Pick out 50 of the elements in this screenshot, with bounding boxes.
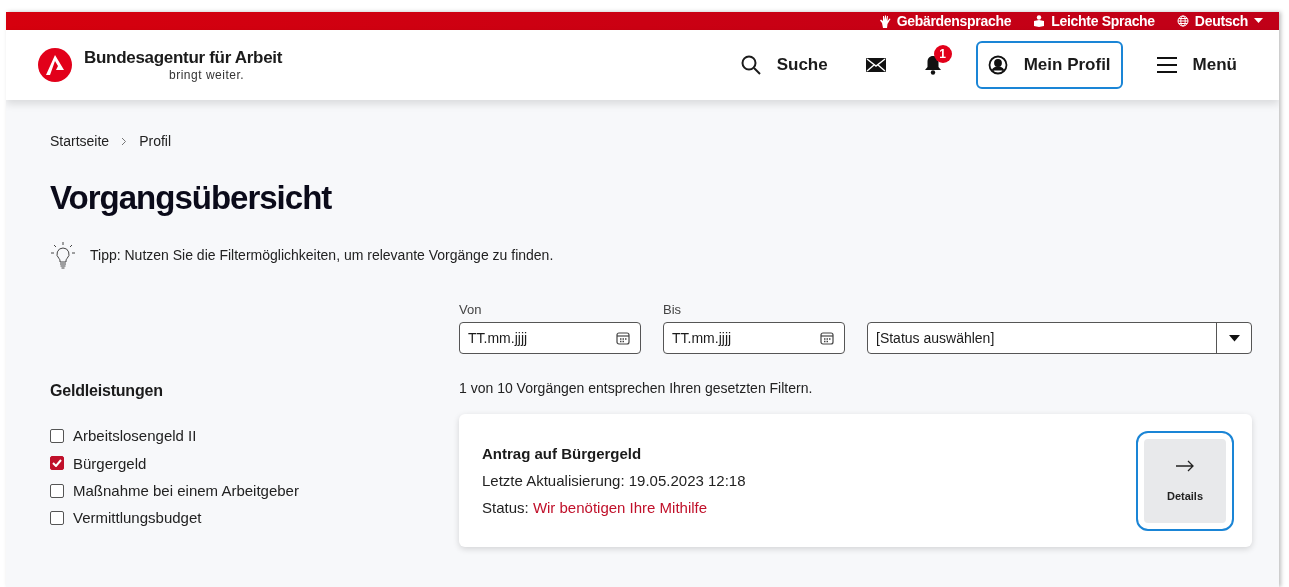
hand-icon	[878, 14, 891, 28]
field-label: Von	[459, 302, 483, 318]
status-value: Wir benötigen Ihre Mithilfe	[532, 499, 708, 517]
search-button[interactable]: Suche	[728, 41, 840, 89]
status-dropdown[interactable]: [Status auswählen]	[867, 322, 1252, 355]
checkbox[interactable]	[50, 456, 64, 471]
checkbox[interactable]	[50, 510, 64, 525]
date-field[interactable]: TT.mm.jjjj	[459, 322, 641, 355]
category-heading: Geldleistungen	[50, 382, 164, 401]
breadcrumb-link[interactable]: Startseite	[50, 133, 110, 149]
checkbox-label[interactable]: Vermittlungsbudget	[73, 509, 202, 527]
last-updated: Letzte Aktualisierung: 19.05.2023 12:18	[482, 472, 747, 490]
menu-icon	[1156, 57, 1177, 73]
notification-badge: 1	[933, 45, 952, 63]
calendar-icon	[820, 331, 834, 346]
globe-icon	[1176, 15, 1189, 27]
checkbox-label[interactable]: Arbeitslosengeld II	[73, 427, 197, 445]
logo-icon	[38, 48, 72, 82]
dropdown-caret-icon	[1228, 334, 1240, 342]
bell-icon	[923, 55, 942, 75]
reading-person-icon	[1033, 15, 1046, 27]
status-label: Status:	[482, 499, 529, 517]
menu-button[interactable]: Menü	[1144, 41, 1249, 89]
top-link[interactable]: Gebärdensprache	[878, 13, 1012, 29]
field-label: Bis	[663, 302, 683, 318]
logo-tagline: bringt weiter.	[169, 68, 245, 82]
language-dropdown[interactable]: Deutsch	[1176, 13, 1263, 29]
date-field[interactable]: TT.mm.jjjj	[663, 322, 845, 355]
checkbox-label[interactable]: Bürgergeld	[73, 454, 147, 472]
checkbox[interactable]	[50, 428, 64, 443]
top-link[interactable]: Leichte Sprache	[1033, 13, 1155, 29]
checkbox[interactable]	[50, 483, 64, 498]
chevron-icon	[121, 136, 128, 146]
breadcrumb-link[interactable]: Profil	[139, 133, 172, 149]
checkbox-label[interactable]: Maßnahme bei einem Arbeitgeber	[73, 482, 299, 500]
lightbulb-icon	[50, 240, 76, 271]
notifications-button[interactable]: 1	[911, 41, 954, 89]
tip-text: Tipp: Nutzen Sie die Filtermöglichkeiten, um relevante Vorgänge zu finden.	[90, 247, 554, 264]
result-count: 1 von 10 Vorgängen entsprechen Ihren gesetzten Filtern.	[459, 380, 814, 397]
arrow-right-icon	[1175, 459, 1195, 472]
page-title: Vorgangsübersicht	[50, 180, 333, 217]
details-button[interactable]: Details	[1136, 430, 1234, 531]
search-icon	[740, 55, 761, 75]
envelope-icon	[865, 58, 886, 72]
case-title: Antrag auf Bürgergeld	[482, 445, 643, 463]
caret-icon	[1254, 18, 1263, 24]
user-icon	[987, 55, 1008, 75]
logo-name: Bundesagentur für Arbeit	[84, 48, 283, 68]
calendar-icon	[616, 331, 630, 346]
profile-button[interactable]: Mein Profil	[975, 41, 1123, 89]
